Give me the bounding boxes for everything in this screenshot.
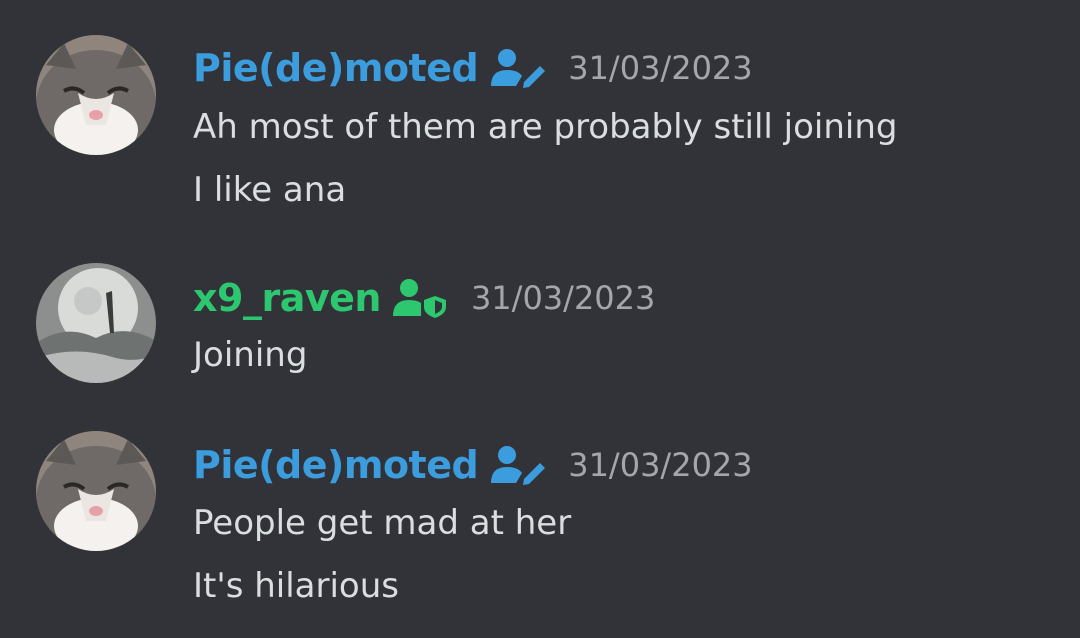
avatar-cat[interactable] <box>36 35 156 155</box>
username[interactable]: Pie(de)moted <box>193 443 479 487</box>
message-text: I like ana <box>193 170 347 210</box>
username[interactable]: x9_raven <box>193 276 381 320</box>
message-text: It's hilarious <box>193 566 399 606</box>
avatar-cat[interactable] <box>36 431 156 551</box>
message-text: People get mad at her <box>193 503 572 543</box>
message-text: Ah most of them are probably still joini… <box>193 107 898 147</box>
message-text: Joining <box>193 335 308 375</box>
timestamp: 31/03/2023 <box>470 279 656 317</box>
message-header: Pie(de)moted 31/03/2023 <box>193 435 753 495</box>
message-header: Pie(de)moted 31/03/2023 <box>193 38 753 98</box>
username[interactable]: Pie(de)moted <box>193 46 479 90</box>
message-header: x9_raven 31/03/2023 <box>193 268 655 328</box>
user-pencil-icon <box>490 48 546 88</box>
timestamp: 31/03/2023 <box>568 49 753 87</box>
timestamp: 31/03/2023 <box>568 446 753 484</box>
user-pencil-icon <box>490 445 546 485</box>
avatar-raven[interactable] <box>36 263 156 383</box>
user-shield-icon <box>392 278 449 318</box>
